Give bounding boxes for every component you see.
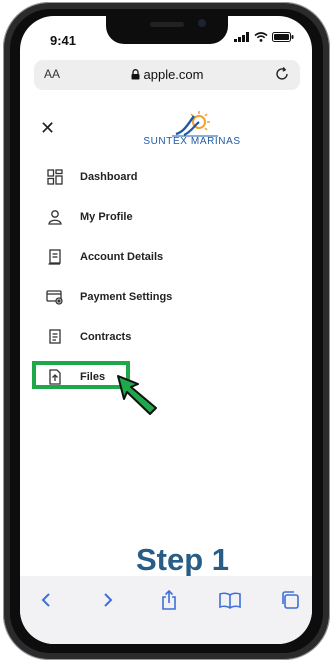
profile-icon <box>46 208 64 226</box>
close-icon[interactable]: ✕ <box>40 118 55 139</box>
payment-settings-icon <box>46 288 64 306</box>
phone-screen: 9:41 AA apple.com ✕ SUNTEX MARINAS Dashb… <box>20 16 312 644</box>
url-field[interactable]: apple.com <box>34 67 300 82</box>
document-icon <box>46 248 64 266</box>
lock-icon <box>131 69 139 80</box>
dashboard-icon <box>46 168 64 186</box>
url-text: apple.com <box>143 67 204 82</box>
battery-icon <box>272 32 294 42</box>
browser-toolbar <box>20 576 312 644</box>
menu-item-my-profile[interactable]: My Profile <box>46 206 133 228</box>
tabs-icon <box>282 591 299 609</box>
share-icon <box>162 590 176 610</box>
menu-item-label: Account Details <box>80 251 164 263</box>
menu-item-label: My Profile <box>80 211 133 223</box>
camera <box>198 19 206 27</box>
menu-item-contracts[interactable]: Contracts <box>46 326 131 348</box>
speaker <box>150 22 184 27</box>
pointer-arrow-icon <box>117 375 157 415</box>
wifi-icon <box>254 32 268 42</box>
forward-button[interactable] <box>96 588 120 612</box>
menu-item-label: Contracts <box>80 331 132 343</box>
book-icon <box>219 592 241 609</box>
menu-item-label: Payment Settings <box>80 291 173 303</box>
menu-item-dashboard[interactable]: Dashboard <box>46 166 137 188</box>
back-button[interactable] <box>34 588 58 612</box>
status-time: 9:41 <box>50 33 77 48</box>
brand-name: SUNTEX MARINAS <box>143 136 241 147</box>
reload-icon[interactable] <box>274 66 290 82</box>
step-label: Step 1 <box>136 542 230 577</box>
status-icons <box>234 32 294 42</box>
suntex-logo: SUNTEX MARINAS <box>132 110 252 154</box>
menu-item-payment-settings[interactable]: Payment Settings <box>46 286 172 308</box>
address-bar[interactable]: AA apple.com <box>34 60 300 90</box>
notch <box>106 16 228 44</box>
chevron-left-icon <box>41 593 50 607</box>
menu-item-account-details[interactable]: Account Details <box>46 246 163 268</box>
contract-icon <box>46 328 64 346</box>
share-button[interactable] <box>157 588 181 612</box>
logo-mark <box>172 111 218 137</box>
menu-item-label: Dashboard <box>80 171 138 183</box>
signal-icon <box>234 32 249 42</box>
bookmarks-button[interactable] <box>218 588 242 612</box>
chevron-right-icon <box>104 593 113 607</box>
tabs-button[interactable] <box>278 588 302 612</box>
